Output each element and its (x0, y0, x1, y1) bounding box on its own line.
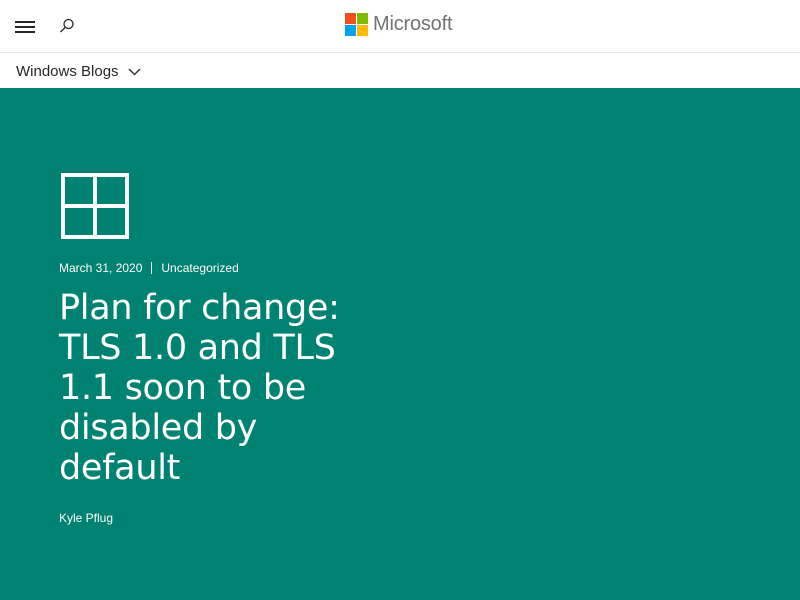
site-header: Microsoft (0, 0, 800, 53)
author-link[interactable]: Kyle Pflug (59, 511, 113, 525)
post-meta: March 31, 2020 Uncategorized (59, 261, 239, 275)
blog-subnav: Windows Blogs (0, 54, 800, 88)
windows-blogs-menu[interactable]: Windows Blogs (16, 63, 141, 80)
microsoft-brand-link[interactable]: Microsoft (345, 12, 453, 36)
meta-divider (151, 262, 153, 274)
search-icon[interactable] (57, 16, 77, 36)
brand-name: Microsoft (373, 12, 453, 35)
hamburger-icon[interactable] (15, 19, 35, 33)
windows-blogs-label: Windows Blogs (16, 63, 119, 80)
chevron-down-icon (128, 68, 141, 75)
microsoft-logo-icon (345, 12, 368, 36)
category-link[interactable]: Uncategorized (161, 261, 238, 275)
hero-banner: March 31, 2020 Uncategorized Plan for ch… (0, 88, 800, 600)
post-date: March 31, 2020 (59, 261, 143, 275)
post-title: Plan for change: TLS 1.0 and TLS 1.1 soo… (59, 288, 340, 488)
windows-logo-icon (61, 173, 129, 239)
